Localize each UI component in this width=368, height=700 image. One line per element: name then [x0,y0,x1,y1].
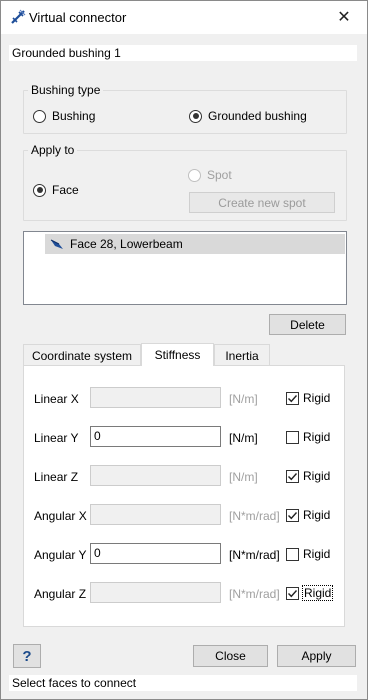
angular-z-field [90,582,221,603]
list-item-label: Face 28, Lowerbeam [70,237,183,251]
angular-y-rigid-checkbox[interactable]: Rigid [286,547,330,561]
bushing-radio-label: Bushing [52,109,96,123]
grounded-bushing-radio[interactable]: Grounded bushing [189,109,307,123]
linear-z-rigid-box[interactable] [286,469,299,483]
bushing-type-label: Bushing type [28,83,104,97]
linear-z-rigid-label: Rigid [303,469,331,483]
window-title: Virtual connector [29,10,127,25]
angular-z-rigid-box[interactable] [286,586,299,600]
face-radio[interactable]: Face [33,183,79,197]
linear-x-field [90,387,221,408]
angular-y-rigid-label: Rigid [303,547,331,561]
angular-x-label: Angular X [34,509,87,523]
apply-button[interactable]: Apply [277,645,356,667]
linear-y-rigid-box[interactable] [286,430,299,444]
spot-radio-circle [188,168,201,182]
angular-x-rigid-label: Rigid [303,508,331,522]
stiffness-panel: Linear X [N/m] Rigid Linear Y 0 [N/m] Ri… [23,365,345,627]
list-item[interactable]: Face 28, Lowerbeam [45,234,345,254]
linear-z-field [90,465,221,486]
linear-y-rigid-label: Rigid [303,430,331,444]
angular-y-label: Angular Y [34,548,87,562]
angular-z-label: Angular Z [34,587,87,601]
angular-y-rigid-box[interactable] [286,547,299,561]
grounded-bushing-radio-circle[interactable] [189,109,202,123]
bushing-radio-circle[interactable] [33,109,46,123]
angular-y-unit: [N*m/rad] [229,548,280,562]
linear-y-field[interactable]: 0 [90,426,221,447]
angular-x-rigid-box[interactable] [286,508,299,522]
spot-radio: Spot [188,168,232,182]
bushing-radio[interactable]: Bushing [33,109,95,123]
angular-y-field[interactable]: 0 [90,543,221,564]
help-button[interactable]: ? [13,644,41,668]
status-bar: Select faces to connect [9,675,357,691]
angular-z-rigid-label: Rigid [301,585,334,601]
linear-x-label: Linear X [34,392,79,406]
create-new-spot-button: Create new spot [189,192,335,213]
tab-inertia[interactable]: Inertia [214,344,270,366]
angular-z-unit: [N*m/rad] [229,587,280,601]
close-button[interactable]: Close [193,645,268,667]
virtual-connector-dialog: Virtual connector ✕ Grounded bushing 1 B… [0,0,368,700]
linear-z-unit: [N/m] [229,470,258,484]
connector-name-field[interactable]: Grounded bushing 1 [9,45,357,61]
linear-x-rigid-checkbox[interactable]: Rigid [286,391,330,405]
angular-z-rigid-checkbox[interactable]: Rigid [286,585,334,601]
face-icon [50,239,63,249]
angular-x-rigid-checkbox[interactable]: Rigid [286,508,330,522]
selection-list[interactable]: Face 28, Lowerbeam [23,231,347,305]
linear-x-unit: [N/m] [229,392,258,406]
spot-radio-label: Spot [207,168,232,182]
close-icon[interactable]: ✕ [321,1,367,33]
linear-y-unit: [N/m] [229,431,258,445]
linear-z-rigid-checkbox[interactable]: Rigid [286,469,330,483]
tab-coordinate-system[interactable]: Coordinate system [23,344,141,366]
linear-y-rigid-checkbox[interactable]: Rigid [286,430,330,444]
delete-button[interactable]: Delete [269,314,346,335]
face-radio-circle[interactable] [33,183,46,197]
linear-y-label: Linear Y [34,431,79,445]
grounded-bushing-radio-label: Grounded bushing [208,109,307,123]
linear-z-label: Linear Z [34,470,79,484]
tab-stiffness[interactable]: Stiffness [141,343,214,366]
title-bar[interactable]: Virtual connector ✕ [1,1,367,34]
linear-x-rigid-label: Rigid [303,391,331,405]
apply-to-label: Apply to [28,143,78,157]
linear-x-rigid-box[interactable] [286,391,299,405]
angular-x-field [90,504,221,525]
angular-x-unit: [N*m/rad] [229,509,280,523]
face-radio-label: Face [52,183,79,197]
connector-app-icon [11,9,26,24]
